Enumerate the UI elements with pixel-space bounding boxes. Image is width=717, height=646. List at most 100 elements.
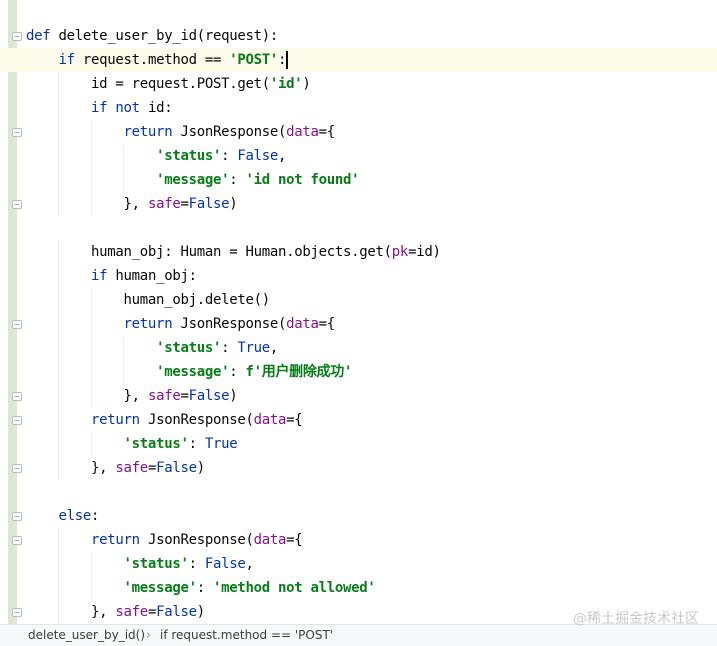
token-text: ) bbox=[196, 460, 205, 476]
code-line[interactable]: return JsonResponse(data={ bbox=[0, 312, 717, 336]
text-caret bbox=[286, 51, 289, 69]
token-text: , bbox=[278, 148, 287, 164]
token-text: ) bbox=[229, 388, 238, 404]
token-text: : bbox=[278, 52, 287, 68]
token-str: 'id not found' bbox=[245, 172, 360, 188]
token-text: ) bbox=[302, 76, 311, 92]
token-text: ={ bbox=[286, 412, 303, 428]
token-param: data bbox=[286, 316, 319, 332]
token-kw: if bbox=[91, 268, 108, 284]
token-text: : bbox=[229, 364, 246, 380]
token-text: : bbox=[91, 508, 100, 524]
code-line[interactable]: human_obj.delete() bbox=[0, 288, 717, 312]
code-line[interactable]: else: bbox=[0, 504, 717, 528]
code-line-text: }, safe=False) bbox=[26, 600, 205, 624]
token-param: safe bbox=[115, 604, 148, 620]
breadcrumb-item-if-block[interactable]: if request.method == 'POST' bbox=[160, 625, 333, 646]
token-text: JsonResponse( bbox=[172, 316, 287, 332]
code-line[interactable]: human_obj: Human = Human.objects.get(pk=… bbox=[0, 240, 717, 264]
code-line[interactable]: return JsonResponse(data={ bbox=[0, 120, 717, 144]
token-text: = bbox=[180, 388, 189, 404]
token-text: : bbox=[221, 340, 238, 356]
breadcrumb-item-function[interactable]: delete_user_by_id() bbox=[28, 625, 145, 646]
code-line[interactable]: if request.method == 'POST': bbox=[0, 48, 717, 72]
code-line[interactable]: 'message': 'method not allowed' bbox=[0, 576, 717, 600]
token-text: =id) bbox=[408, 244, 441, 260]
token-text: ={ bbox=[318, 124, 336, 140]
code-line-text: if request.method == 'POST': bbox=[26, 48, 289, 72]
code-line-text: 'message': 'method not allowed' bbox=[26, 576, 376, 600]
code-line-text: }, safe=False) bbox=[26, 384, 238, 408]
token-text: id = request.POST.get( bbox=[26, 76, 270, 92]
code-line-text: 'status': False, bbox=[26, 144, 286, 168]
code-line-text: 'status': True, bbox=[26, 336, 278, 360]
code-line[interactable]: 'status': True, bbox=[0, 336, 717, 360]
token-text: JsonResponse( bbox=[172, 124, 287, 140]
code-line[interactable]: if not id: bbox=[0, 96, 717, 120]
token-kw: return bbox=[91, 412, 140, 428]
token-str: 'status' bbox=[156, 148, 222, 164]
token-param: data bbox=[286, 124, 319, 140]
token-text: }, bbox=[26, 388, 148, 404]
token-str: f'用户删除成功' bbox=[245, 364, 353, 380]
code-line-text: 'message': f'用户删除成功' bbox=[26, 360, 352, 384]
code-line[interactable]: if human_obj: bbox=[0, 264, 717, 288]
token-text: ={ bbox=[318, 316, 336, 332]
code-line-text: }, safe=False) bbox=[26, 192, 238, 216]
code-line[interactable]: 'status': False, bbox=[0, 144, 717, 168]
code-line[interactable]: 'message': f'用户删除成功' bbox=[0, 360, 717, 384]
code-line-text: return JsonResponse(data={ bbox=[26, 528, 303, 552]
code-line[interactable]: id = request.POST.get('id') bbox=[0, 72, 717, 96]
token-text: request.method == bbox=[74, 52, 230, 68]
code-line[interactable]: }, safe=False) bbox=[0, 456, 717, 480]
code-line[interactable]: 'message': 'id not found' bbox=[0, 168, 717, 192]
code-line[interactable] bbox=[0, 216, 717, 240]
code-line[interactable]: return JsonResponse(data={ bbox=[0, 408, 717, 432]
code-line[interactable]: }, safe=False) bbox=[0, 384, 717, 408]
token-param: data bbox=[253, 412, 287, 428]
token-text: ) bbox=[229, 196, 238, 212]
token-const: False bbox=[237, 148, 279, 164]
code-line[interactable]: 'status': False, bbox=[0, 552, 717, 576]
code-line[interactable]: 'status': True bbox=[0, 432, 717, 456]
token-text: : bbox=[188, 436, 205, 452]
code-line-text: 'status': False, bbox=[26, 552, 254, 576]
code-line-text: human_obj.delete() bbox=[26, 288, 271, 312]
token-text: = bbox=[147, 604, 157, 620]
token-text: , bbox=[245, 556, 254, 572]
token-const: False bbox=[188, 388, 230, 404]
code-line-text: id = request.POST.get('id') bbox=[26, 72, 311, 96]
token-kw: if bbox=[58, 52, 76, 68]
token-str: 'id' bbox=[269, 76, 303, 92]
token-kw: return bbox=[123, 316, 173, 332]
token-text: human_obj.delete() bbox=[26, 292, 271, 308]
token-param: safe bbox=[147, 196, 181, 212]
token-text: : bbox=[196, 580, 213, 596]
token-text: }, bbox=[26, 604, 116, 620]
token-str: 'method not allowed' bbox=[212, 580, 376, 596]
token-text: id: bbox=[139, 100, 173, 116]
token-str: 'message' bbox=[156, 364, 230, 380]
token-kw: else bbox=[58, 508, 92, 524]
code-line-text: return JsonResponse(data={ bbox=[26, 312, 336, 336]
code-line[interactable]: return JsonResponse(data={ bbox=[0, 528, 717, 552]
code-line-text: return JsonResponse(data={ bbox=[26, 408, 303, 432]
token-str: 'status' bbox=[123, 556, 189, 572]
code-line[interactable] bbox=[0, 480, 717, 504]
code-editor[interactable]: def delete_user_by_id(request): if reque… bbox=[0, 0, 717, 624]
token-text: JsonResponse( bbox=[139, 412, 254, 428]
code-line-text: return JsonResponse(data={ bbox=[26, 120, 336, 144]
token-text: : bbox=[221, 148, 238, 164]
token-text: human_obj: Human = Human.objects.get( bbox=[26, 244, 392, 260]
token-kw: if not bbox=[91, 100, 140, 116]
code-line[interactable]: def delete_user_by_id(request): bbox=[0, 24, 717, 48]
code-line[interactable]: }, safe=False) bbox=[0, 192, 717, 216]
